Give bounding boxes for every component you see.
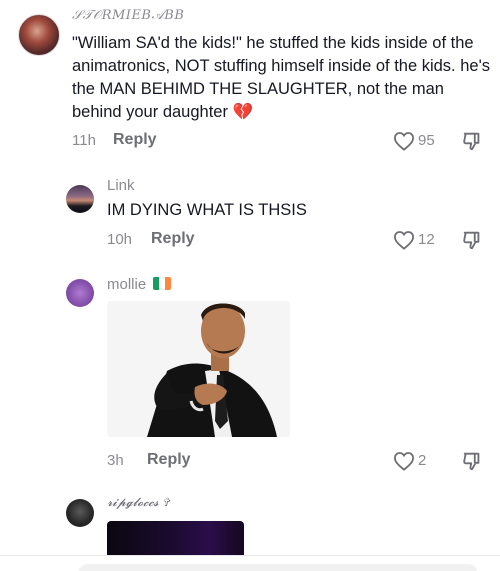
avatar[interactable] (66, 279, 94, 307)
reply-button[interactable]: Reply (113, 131, 157, 149)
comment-username[interactable]: Link (107, 177, 135, 194)
like-count: 12 (418, 231, 435, 248)
heart-outline-icon[interactable] (393, 451, 415, 471)
comment-item: 𝒮𝒯𝒪𝑅𝑀𝐼𝐸𝐵𝒜𝐵𝐵 "William SA'd the kids!" he … (0, 0, 500, 165)
comment-timestamp: 11h (72, 132, 96, 149)
like-count: 95 (418, 132, 435, 149)
comment-text: IM DYING WHAT IS THSIS (107, 201, 307, 219)
comment-username[interactable]: 𝒮𝒯𝒪𝑅𝑀𝐼𝐸𝐵𝒜𝐵𝐵 (72, 8, 184, 23)
reply-item: Link IM DYING WHAT IS THSIS 10h Reply 12 (0, 165, 500, 265)
reply-item: mollie 3h Reply 2 (0, 265, 500, 483)
comment-image[interactable] (107, 521, 244, 557)
comment-text: "William SA'd the kids!" he stuffed the … (72, 34, 490, 121)
comment-timestamp: 10h (107, 231, 133, 248)
comment-username[interactable]: mollie (107, 276, 146, 293)
reply-button[interactable]: Reply (151, 230, 195, 248)
thumbs-down-icon[interactable] (461, 450, 483, 472)
comment-input[interactable] (78, 564, 478, 571)
heart-outline-icon[interactable] (393, 230, 415, 250)
thumbs-down-icon[interactable] (461, 130, 483, 152)
reply-button[interactable]: Reply (147, 451, 191, 469)
thumbs-down-icon[interactable] (461, 229, 483, 251)
comment-image[interactable] (107, 301, 290, 437)
man-reaching-photo (107, 301, 290, 437)
comment-input-bar (0, 555, 500, 571)
heart-outline-icon[interactable] (393, 131, 415, 151)
avatar[interactable] (66, 499, 94, 527)
comment-timestamp: 3h (107, 452, 124, 469)
ireland-flag-icon (153, 277, 171, 290)
like-count: 2 (418, 452, 427, 469)
comment-username[interactable]: 𝓻𝓲𝓹𝓰𝓵𝓸𝓬𝓬𝓼 ✞ (107, 495, 169, 510)
avatar[interactable] (18, 14, 60, 56)
avatar[interactable] (66, 185, 94, 213)
